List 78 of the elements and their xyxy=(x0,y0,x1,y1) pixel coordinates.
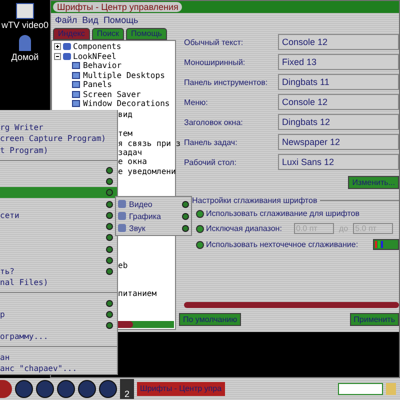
tree-item[interactable]: е окна xyxy=(118,157,147,166)
menu-entry[interactable]: ан xyxy=(0,351,117,363)
tv-icon[interactable] xyxy=(16,3,34,19)
scrollbar[interactable] xyxy=(184,302,399,308)
desktop-icon-label[interactable]: Домой xyxy=(11,52,39,62)
tree-item[interactable]: Window Decorations xyxy=(83,99,170,108)
group-title: Настройки сглаживания шрифтов xyxy=(192,196,318,205)
menu-item[interactable]: Помощь xyxy=(103,15,138,25)
tree-item[interactable]: eb xyxy=(118,261,128,270)
menu-entry-label: rg Writer xyxy=(0,123,44,132)
tree-item[interactable]: Components xyxy=(73,42,122,52)
launcher-icon[interactable] xyxy=(15,380,33,398)
desktop-icon-label[interactable]: wTV video0 xyxy=(1,20,49,30)
tree-item[interactable]: Behavior xyxy=(83,61,122,70)
menu-entry-label: ть? xyxy=(0,267,14,276)
tree-item[interactable]: Panels xyxy=(83,80,112,90)
tree-item[interactable]: задач xyxy=(118,148,142,157)
font-field: Console 12 xyxy=(278,34,399,50)
menu-entry-label: t Program) xyxy=(0,146,48,155)
menu-entry-label: ан xyxy=(0,352,10,362)
font-field: Fixed 13 xyxy=(278,54,399,70)
menu-entry[interactable]: rg Writer xyxy=(0,122,117,134)
home-icon[interactable] xyxy=(19,35,31,51)
window-title: Шрифты - Центр управления xyxy=(53,2,182,12)
font-label: Рабочий стол: xyxy=(184,158,238,166)
font-label: Заголовок окна: xyxy=(184,118,244,126)
menu-entry[interactable] xyxy=(0,187,117,198)
desktop-pager[interactable]: 2 xyxy=(120,379,134,399)
font-field: Dingbats 11 xyxy=(278,74,399,90)
tree-item[interactable]: вид xyxy=(118,110,132,119)
launcher-icon[interactable] xyxy=(36,380,54,398)
font-field: Newspaper 12 xyxy=(278,134,399,150)
collapse-icon[interactable] xyxy=(54,52,61,60)
menu-entry-label: р xyxy=(0,310,5,319)
menu-entry[interactable]: Видео xyxy=(116,198,191,210)
tree-item[interactable]: тем xyxy=(118,129,132,138)
menu-item[interactable]: Файл xyxy=(55,15,78,25)
menu-item[interactable]: Вид xyxy=(82,15,98,25)
launcher-icon[interactable] xyxy=(78,380,96,398)
font-label: Меню: xyxy=(184,98,209,106)
font-label: Обычный текст: xyxy=(184,38,244,46)
tray-field[interactable] xyxy=(338,383,383,395)
menu-entry-label: creen Capture Program) xyxy=(0,134,106,144)
menu-entry[interactable]: анс "chapaev"... xyxy=(0,362,117,374)
menu-entry-label: nal Files) xyxy=(0,278,48,288)
menu-entry[interactable]: creen Capture Program) xyxy=(0,133,117,144)
tree-item[interactable]: LookNFeel xyxy=(73,52,116,61)
launcher-icon[interactable] xyxy=(57,380,75,398)
rgb-dropdown[interactable] xyxy=(373,239,399,250)
launcher-icon[interactable] xyxy=(99,380,117,398)
font-field: Luxi Sans 12 xyxy=(278,154,399,170)
checkbox[interactable] xyxy=(196,240,204,248)
tree-item[interactable]: Screen Saver xyxy=(83,90,141,99)
menu-entry[interactable]: сети xyxy=(0,210,117,221)
tree-item[interactable]: питанием xyxy=(118,289,157,298)
menu-entry-label: ограмму... xyxy=(0,332,48,342)
menu-entry[interactable]: Графика xyxy=(116,210,191,222)
tree-item[interactable]: я связь при з xyxy=(118,139,181,148)
tree-item[interactable]: е уведомлени xyxy=(118,167,176,176)
checkbox-label[interactable]: Использовать сглаживание для шрифтов xyxy=(206,209,360,218)
font-label: Моноширинный: xyxy=(184,58,246,66)
checkbox[interactable] xyxy=(196,210,204,218)
font-field: Console 12 xyxy=(278,94,399,110)
checkbox-label[interactable]: Использовать нехточечное сглаживание: xyxy=(206,240,358,249)
app-icon[interactable] xyxy=(0,380,12,398)
font-label: Панель задач: xyxy=(184,138,238,146)
menu-entry[interactable]: nal Files) xyxy=(0,277,117,288)
menu-entry-label: сети xyxy=(0,210,20,220)
menu-entry[interactable]: р xyxy=(0,308,117,320)
tree-item[interactable]: Multiple Desktops xyxy=(83,70,165,80)
font-field: Dingbats 12 xyxy=(278,114,399,130)
menu-entry[interactable]: ть? xyxy=(0,266,117,278)
menu-entry[interactable]: ограмму... xyxy=(0,331,117,342)
menu-entry[interactable]: Звук xyxy=(116,222,191,234)
menu-entry-label: анс "chapaev"... xyxy=(0,364,78,373)
expand-icon[interactable] xyxy=(54,43,61,50)
font-label: Панель инструментов: xyxy=(184,78,269,86)
menu-entry[interactable]: t Program) xyxy=(0,144,117,156)
